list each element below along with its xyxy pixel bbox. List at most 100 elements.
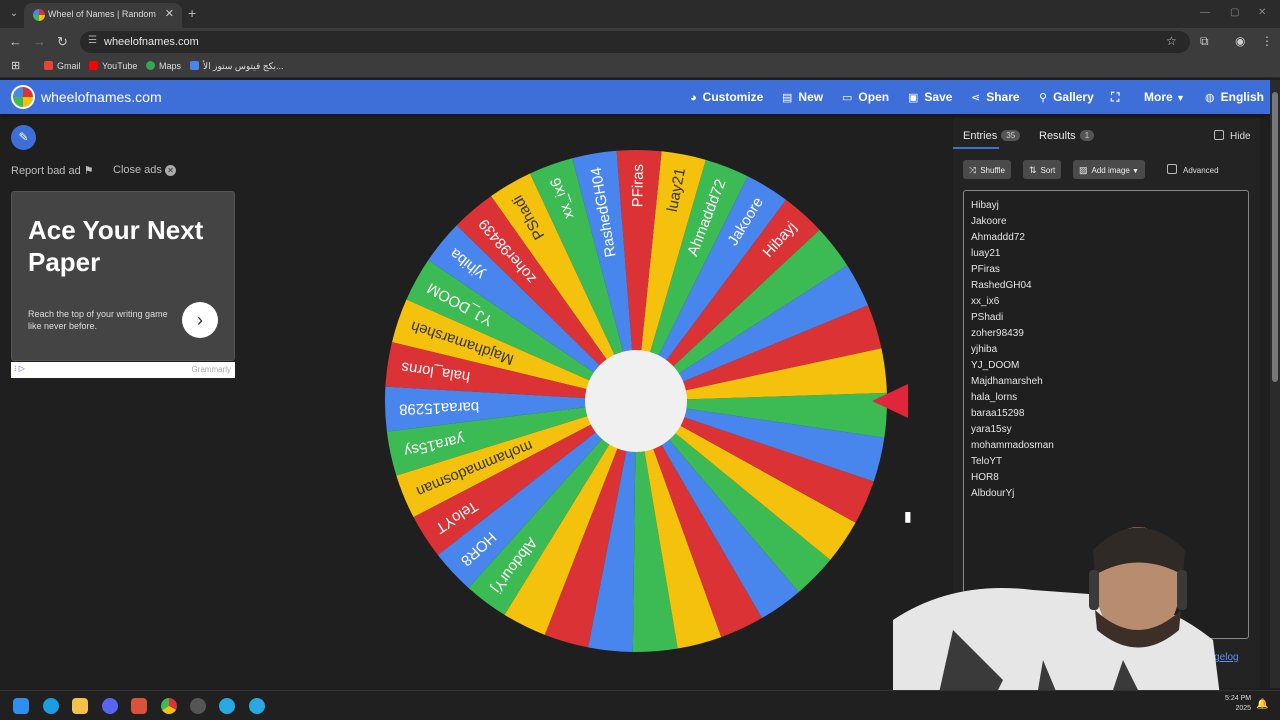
back-icon[interactable]: ← (9, 34, 22, 49)
logo-text[interactable]: wheelofnames.com (41, 89, 162, 105)
edit-pencil-icon[interactable]: ✎ (11, 125, 36, 150)
bookmark-label: YouTube (102, 61, 138, 71)
sort-button[interactable]: ⇅ Sort (1023, 160, 1062, 179)
ad-title: Ace Your Next Paper (28, 215, 204, 277)
tab-entries[interactable]: Entries 35 (963, 130, 1021, 142)
flag-icon: ⚑ (83, 165, 94, 177)
bookmark-label: بكج فيتوس ستور الأ... (203, 61, 284, 71)
entries-count-badge: 35 (1001, 130, 1021, 141)
apps-grid-icon[interactable]: ⊞ (11, 59, 20, 72)
adchoices-icon[interactable]: ⁝ ▷ (14, 364, 25, 373)
tab-close-icon[interactable]: ✕ (165, 7, 174, 20)
wheel-label: baraa15298 (399, 398, 480, 418)
entry-line: PFiras (971, 264, 1000, 275)
tab-results[interactable]: Results 1 (1039, 130, 1095, 142)
page-scrollbar[interactable] (1270, 80, 1280, 688)
advanced-checkbox[interactable]: Advanced (1167, 164, 1219, 175)
bookmark-youtube[interactable]: YouTube (89, 61, 137, 71)
shuffle-label: Shuffle (980, 166, 1005, 175)
chrome-icon[interactable] (161, 698, 177, 714)
entry-line: zoher98439 (971, 328, 1024, 339)
language-label: English (1220, 90, 1264, 104)
advertisement[interactable]: Ace Your Next Paper Reach the top of you… (11, 191, 235, 361)
entry-line: xx_ix6 (971, 296, 1000, 307)
entry-line: Jakoore (971, 216, 1007, 227)
more-button[interactable]: More ▼ (1144, 90, 1185, 104)
new-tab-icon[interactable]: + (188, 5, 196, 21)
entry-line: luay21 (971, 248, 1001, 259)
share-button[interactable]: ⋖ Share (971, 90, 1020, 104)
browser-tab[interactable]: Wheel of Names | Random name picker ✕ (24, 3, 182, 28)
results-count-badge: 1 (1079, 130, 1095, 141)
browser-tab-bar: ⌄ Wheel of Names | Random name picker ✕ … (0, 0, 1280, 28)
app2-icon[interactable] (219, 698, 235, 714)
site-info-icon[interactable]: ☰ (88, 35, 97, 46)
file-icon: ▤ (782, 92, 793, 104)
hide-checkbox[interactable]: Hide (1214, 130, 1251, 142)
save-icon: ▣ (908, 92, 919, 104)
ad-footer: ⁝ ▷ Grammarly (11, 362, 235, 378)
open-button[interactable]: ▭ Open (842, 90, 889, 104)
profile-icon[interactable]: ◉ (1235, 34, 1245, 48)
ad-brand: Grammarly (191, 365, 231, 374)
gallery-button[interactable]: ⚲ Gallery (1039, 90, 1094, 104)
close-ads-link[interactable]: Close ads ✕ (113, 164, 176, 176)
window-close-icon[interactable]: ✕ (1258, 7, 1266, 18)
taskbar-clock[interactable]: 5:24 PM 2025 (1225, 694, 1251, 714)
windows-start-icon[interactable] (13, 698, 29, 714)
clock-date: 2025 (1235, 705, 1252, 712)
entry-line: mohammadosman (971, 440, 1054, 451)
forward-icon[interactable]: → (33, 34, 46, 49)
bookmark-label: Gmail (57, 61, 81, 71)
settings-icon[interactable] (190, 698, 206, 714)
app3-icon[interactable] (249, 698, 265, 714)
entry-line: baraa15298 (971, 408, 1025, 419)
close-ads-label: Close ads (113, 164, 162, 176)
wheel-center[interactable] (585, 350, 687, 452)
shuffle-button[interactable]: ⤨ Shuffle (963, 160, 1011, 179)
address-bar-row: ← → ↻ ☰ wheelofnames.com ☆ ⧉ ◉ ⋮ (0, 28, 1280, 56)
add-image-label: Add image (1091, 166, 1130, 175)
save-button[interactable]: ▣ Save (908, 90, 952, 104)
edge-icon[interactable] (43, 698, 59, 714)
notification-bell-icon[interactable]: 🔔 (1256, 699, 1268, 710)
file-explorer-icon[interactable] (72, 698, 88, 714)
youtube-icon (89, 61, 98, 70)
reload-icon[interactable]: ↻ (57, 34, 68, 50)
tab-search-icon[interactable]: ⌄ (6, 6, 22, 22)
discord-icon[interactable] (102, 698, 118, 714)
share-icon: ⋖ (971, 92, 981, 104)
entries-tab-label: Entries (963, 130, 998, 142)
minimize-icon[interactable]: — (1200, 7, 1210, 18)
add-image-button[interactable]: ▨ Add image ▼ (1073, 160, 1145, 179)
customize-label: Customize (702, 90, 764, 104)
entry-line: PShadi (971, 312, 1004, 323)
bookmark-store[interactable]: بكج فيتوس ستور الأ... (190, 61, 284, 72)
url-input[interactable]: ☰ wheelofnames.com (80, 31, 1190, 53)
chevron-right-icon[interactable]: › (182, 302, 218, 338)
entry-line: Majdhamarsheh (971, 376, 1043, 387)
browser-menu-icon[interactable]: ⋮ (1261, 34, 1273, 48)
close-circle-icon: ✕ (164, 165, 176, 176)
maximize-icon[interactable]: ▢ (1230, 7, 1239, 18)
language-button[interactable]: ◍ English (1205, 90, 1264, 104)
wheel-pointer (872, 384, 908, 418)
app-icon[interactable] (131, 698, 147, 714)
search-icon: ⚲ (1039, 92, 1048, 104)
bookmark-star-icon[interactable]: ☆ (1166, 34, 1177, 48)
bookmark-maps[interactable]: Maps (146, 61, 181, 71)
site-header: wheelofnames.com ◕ Customize ▤ New ▭ Open ▣… (0, 80, 1270, 114)
wheel[interactable]: Hibayj Jakoore Ahmaddd72 luay21 PFiras Rashed… (385, 150, 887, 652)
bookmark-gmail[interactable]: Gmail (44, 61, 81, 71)
active-tab-indicator (953, 147, 999, 149)
customize-button[interactable]: ◕ Customize (690, 90, 763, 104)
scrollbar-thumb[interactable] (1272, 92, 1278, 382)
fullscreen-icon[interactable]: ⛶ (1111, 90, 1119, 105)
report-bad-ad-link[interactable]: Report bad ad ⚑ (11, 164, 94, 177)
more-label: More (1144, 90, 1173, 104)
new-button[interactable]: ▤ New (782, 90, 823, 104)
folder-icon: ▭ (842, 92, 853, 104)
wheel-graphic[interactable]: HibayjJakooreAhmaddd72luay21PFirasRashed… (385, 150, 887, 652)
logo-icon[interactable] (11, 85, 35, 109)
extensions-icon[interactable]: ⧉ (1200, 34, 1209, 49)
